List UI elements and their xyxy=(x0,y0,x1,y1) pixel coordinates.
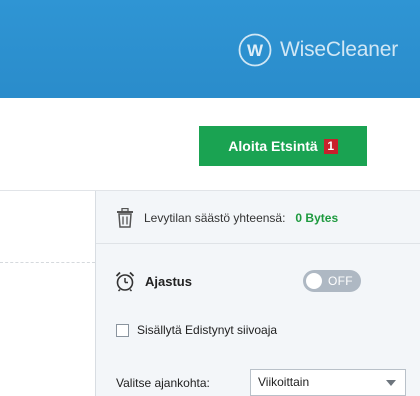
start-scan-button[interactable]: Aloita Etsintä 1 xyxy=(199,126,367,166)
svg-text:W: W xyxy=(247,41,264,60)
app-header: W WiseCleaner xyxy=(0,0,420,98)
schedule-row: Ajastus xyxy=(114,268,192,294)
scan-badge: 1 xyxy=(323,138,338,154)
alarm-clock-icon xyxy=(115,271,135,292)
schedule-time-label: Valitse ajankohta: xyxy=(116,376,210,390)
schedule-frequency-value: Viikoittain xyxy=(258,375,310,389)
advanced-cleaner-checkbox[interactable] xyxy=(116,323,129,337)
start-scan-label: Aloita Etsintä xyxy=(228,138,318,154)
toggle-state-label: OFF xyxy=(328,274,353,288)
advanced-cleaner-label[interactable]: Sisällytä Edistynyt siivoaja xyxy=(137,323,277,337)
brand-name: WiseCleaner xyxy=(279,38,398,61)
settings-divider xyxy=(96,243,420,244)
schedule-toggle[interactable]: OFF xyxy=(303,270,361,292)
advanced-cleaner-row: Sisällytä Edistynyt siivoaja xyxy=(116,321,277,339)
disk-savings-label: Levytilan säästö yhteensä: xyxy=(144,211,286,225)
schedule-label: Ajastus xyxy=(145,273,192,289)
wisecleaner-logo-icon: W xyxy=(238,33,272,67)
disk-savings-value: 0 Bytes xyxy=(295,211,339,225)
chevron-down-icon xyxy=(386,380,396,386)
results-divider xyxy=(0,262,95,263)
toggle-knob xyxy=(306,273,322,289)
disk-savings-row: Levytilan säästö yhteensä: 0 Bytes xyxy=(116,206,338,230)
results-pane xyxy=(0,191,96,396)
brand: W WiseCleaner xyxy=(238,33,398,67)
trash-icon xyxy=(117,208,133,228)
schedule-frequency-select[interactable]: Viikoittain xyxy=(250,369,406,396)
